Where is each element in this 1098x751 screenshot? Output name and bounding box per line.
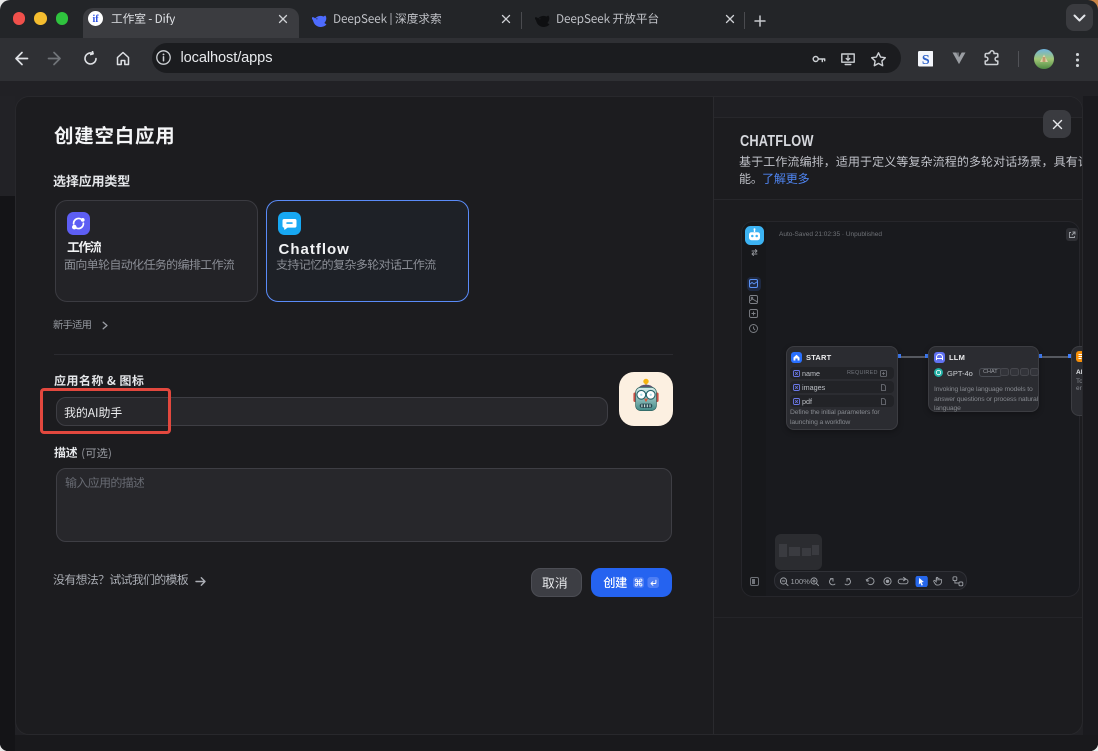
svg-text:100%: 100% xyxy=(791,577,811,586)
svg-text:S: S xyxy=(921,52,929,67)
svg-text:if: if xyxy=(93,14,100,25)
